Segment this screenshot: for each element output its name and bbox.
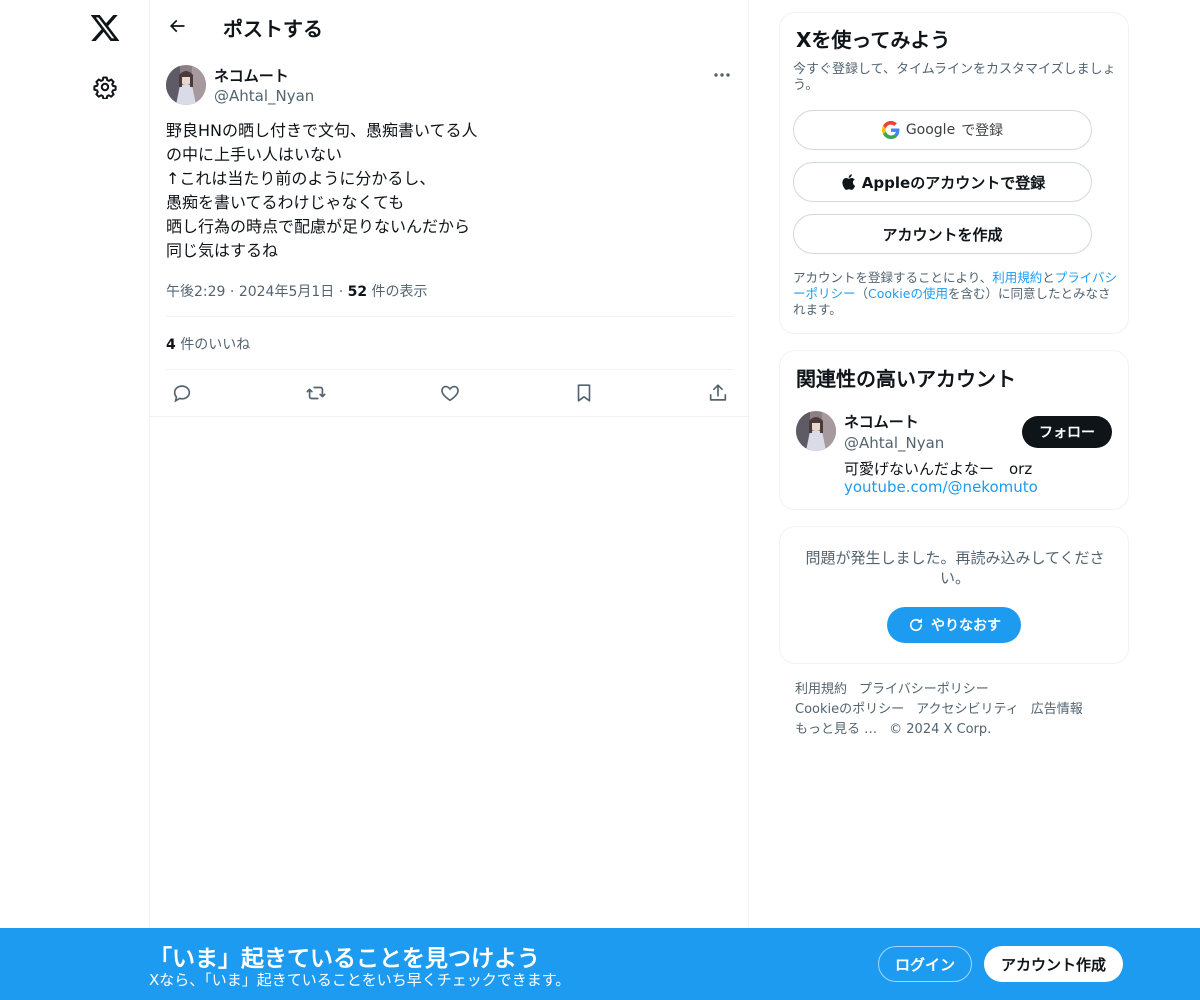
reply-icon[interactable]: [171, 382, 193, 404]
terms-link[interactable]: 利用規約: [992, 270, 1042, 285]
apple-icon: [842, 174, 855, 190]
signup-button[interactable]: アカウント作成: [984, 946, 1123, 982]
recommended-handle[interactable]: @Ahtal_Nyan: [844, 434, 944, 452]
post-line: 愚痴を書いてるわけじゃなくても: [166, 193, 405, 212]
more-icon[interactable]: [711, 65, 733, 85]
signup-card-title: Xを使ってみよう: [796, 28, 951, 52]
footer-links: 利用規約 プライバシーポリシー Cookieのポリシー アクセシビリティ 広告情報 も…: [795, 680, 1125, 740]
views-label: 件の表示: [367, 284, 428, 300]
top-bar: ポストする: [150, 0, 750, 53]
post-line: 同じ気はするね: [166, 241, 279, 260]
likes-label: 件のいいね: [175, 337, 251, 353]
recommended-link[interactable]: youtube.com/@nekomuto: [844, 478, 1038, 496]
views-count: 52: [347, 284, 368, 300]
post-line: の中に上手い人はいない: [166, 145, 343, 164]
post-line: 晒し行為の時点で配慮が足りないんだから: [166, 217, 471, 236]
recommended-bio: 可愛げないんだよなー orz: [844, 460, 1033, 478]
recommended-title: 関連性の高いアカウント: [796, 367, 1016, 391]
error-card: 問題が発生しました。再読み込みしてください。 やりなおす: [779, 526, 1129, 664]
page-title: ポストする: [223, 17, 323, 41]
bookmark-icon[interactable]: [573, 382, 595, 404]
banner-subtitle: Xなら、「いま」起きていることをいち早くチェックできます。: [149, 971, 571, 989]
create-account-button[interactable]: アカウントを作成: [793, 214, 1092, 254]
author-avatar[interactable]: [166, 65, 206, 105]
google-signup-button[interactable]: Google で登録: [793, 110, 1092, 150]
legal-notice: アカウントを登録することにより、利用規約とプライバシーポリシー（Cookieの使…: [793, 270, 1121, 318]
post-line: 野良HNの晒し付きで文句、愚痴書いてる人: [166, 121, 478, 140]
signup-card-subtitle: 今すぐ登録して、タイムラインをカスタマイズしましょう。: [793, 62, 1116, 93]
footer-more-link[interactable]: もっと見る …: [795, 720, 877, 740]
apple-signup-label: Appleのアカウントで登録: [861, 173, 1046, 192]
copyright: © 2024 X Corp.: [889, 722, 992, 737]
legal-text: と: [1042, 270, 1055, 285]
cookie-link[interactable]: Cookieの使用: [868, 286, 948, 301]
x-logo-icon[interactable]: [89, 12, 121, 44]
footer-link[interactable]: Cookieのポリシー: [795, 700, 904, 720]
recommended-avatar[interactable]: [796, 411, 836, 451]
likes-count: 4: [166, 337, 176, 353]
repost-icon[interactable]: [305, 382, 327, 404]
author-name[interactable]: ネコムート: [214, 65, 289, 86]
footer-link[interactable]: プライバシーポリシー: [859, 680, 989, 700]
footer-link[interactable]: 利用規約: [795, 680, 847, 700]
retry-button[interactable]: やりなおす: [887, 607, 1021, 643]
like-icon[interactable]: [439, 382, 461, 404]
likes-summary[interactable]: 4 件のいいね: [166, 334, 250, 354]
legal-text: アカウントを登録することにより、: [793, 270, 993, 285]
footer-link[interactable]: アクセシビリティ: [916, 700, 1019, 720]
post-text: 野良HNの晒し付きで文句、愚痴書いてる人 の中に上手い人はいない ↑これは当たり…: [166, 119, 726, 263]
post-line: ↑これは当たり前のように分かるし、: [166, 169, 436, 188]
google-icon: [881, 121, 900, 139]
create-account-label: アカウントを作成: [882, 225, 1003, 244]
signup-card: Xを使ってみよう 今すぐ登録して、タイムラインをカスタマイズしましょう。 Goo…: [779, 12, 1129, 334]
google-suffix: で登録: [961, 123, 1004, 139]
refresh-icon: [909, 618, 923, 632]
retry-label: やりなおす: [931, 618, 1001, 634]
action-bar: [150, 370, 750, 417]
post-time[interactable]: 午後2:29: [166, 284, 225, 300]
recommended-accounts-card: 関連性の高いアカウント ネコムート @Ahtal_Nyan 可愛げないんだよなー…: [779, 350, 1129, 510]
back-arrow-icon[interactable]: [167, 16, 187, 36]
footer-link[interactable]: 広告情報: [1031, 700, 1083, 720]
post-meta: 午後2:29 · 2024年5月1日 · 52 件の表示: [166, 284, 428, 300]
main-column: ポストする ネコムート @Ahtal_Nyan 野良HNの晒し付きで文句、愚痴書…: [149, 0, 750, 1000]
legal-text: （: [855, 286, 869, 301]
author-handle[interactable]: @Ahtal_Nyan: [214, 87, 314, 105]
left-rail: [0, 0, 150, 1000]
gear-icon[interactable]: [93, 75, 117, 99]
error-message: 問題が発生しました。再読み込みしてください。: [805, 549, 1105, 587]
banner-title: 「いま」起きていることを見つけよう: [149, 946, 540, 972]
share-icon[interactable]: [707, 382, 729, 404]
divider: [166, 316, 734, 317]
recommended-name[interactable]: ネコムート: [844, 411, 919, 432]
apple-signup-button[interactable]: Appleのアカウントで登録: [793, 162, 1092, 202]
signup-banner: 「いま」起きていることを見つけよう Xなら、「いま」起きていることをいち早くチェ…: [0, 928, 1200, 1000]
follow-button[interactable]: フォロー: [1022, 416, 1112, 448]
google-word: Google: [905, 122, 956, 138]
post-date[interactable]: 2024年5月1日: [239, 284, 334, 300]
login-button[interactable]: ログイン: [878, 946, 972, 982]
